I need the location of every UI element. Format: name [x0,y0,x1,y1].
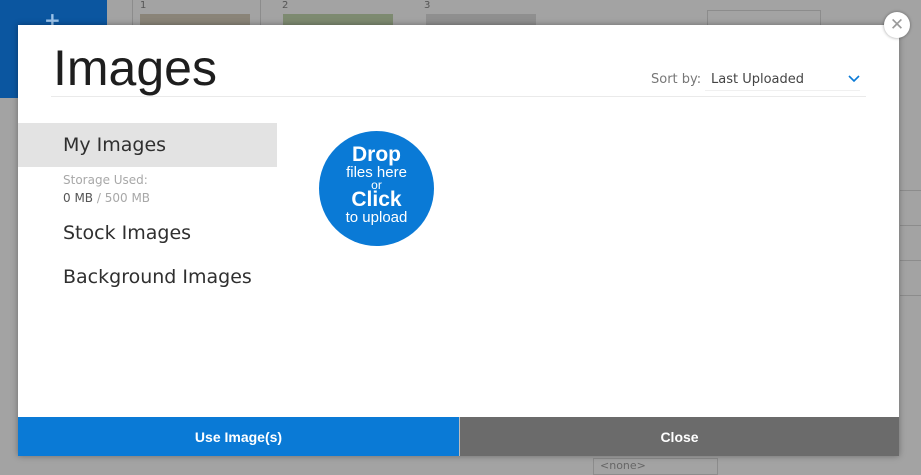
background-thumb-number: 3 [424,0,431,11]
sidebar-item-stock-images[interactable]: Stock Images [18,211,277,255]
background-divider [900,190,921,191]
sidebar: My Images Storage Used: 0 MB / 500 MB St… [18,123,277,299]
dropzone-click-text: Click [351,188,402,211]
sort-value: Last Uploaded [711,72,805,87]
background-divider [900,225,921,226]
sort-label: Sort by: [651,72,702,87]
sidebar-item-label: Background Images [63,266,252,288]
sidebar-item-label: My Images [63,134,167,156]
background-thumb-number: 2 [282,0,289,11]
background-divider [132,0,133,28]
dropzone-drop-text: Drop [352,143,401,166]
modal-title: Images [53,40,217,96]
sort-select[interactable]: Last Uploaded [705,68,860,91]
background-select: <none> [593,458,718,475]
storage-total-value: 500 MB [104,191,151,205]
background-divider [900,260,921,261]
close-button[interactable]: Close [459,417,899,456]
sidebar-item-label: Stock Images [63,222,192,244]
header-divider [51,96,866,97]
background-thumb-number: 1 [140,0,147,11]
storage-label: Storage Used: [63,173,148,187]
modal-footer: Use Image(s) Close [18,417,899,456]
storage-usage: 0 MB / 500 MB [18,191,277,205]
close-icon[interactable]: ✕ [884,12,910,38]
storage-separator: / [93,191,105,205]
sidebar-item-background-images[interactable]: Background Images [18,255,277,299]
dropzone-upload-text: to upload [345,209,408,226]
use-images-button[interactable]: Use Image(s) [18,417,459,456]
upload-dropzone[interactable]: Drop files here or Click to upload [319,131,434,246]
sidebar-item-my-images[interactable]: My Images [18,123,277,167]
chevron-down-icon [848,75,860,83]
images-modal: Images Sort by: Last Uploaded My Images … [18,25,899,456]
background-divider [900,295,921,296]
storage-used-value: 0 MB [63,191,94,205]
background-divider [260,0,261,28]
